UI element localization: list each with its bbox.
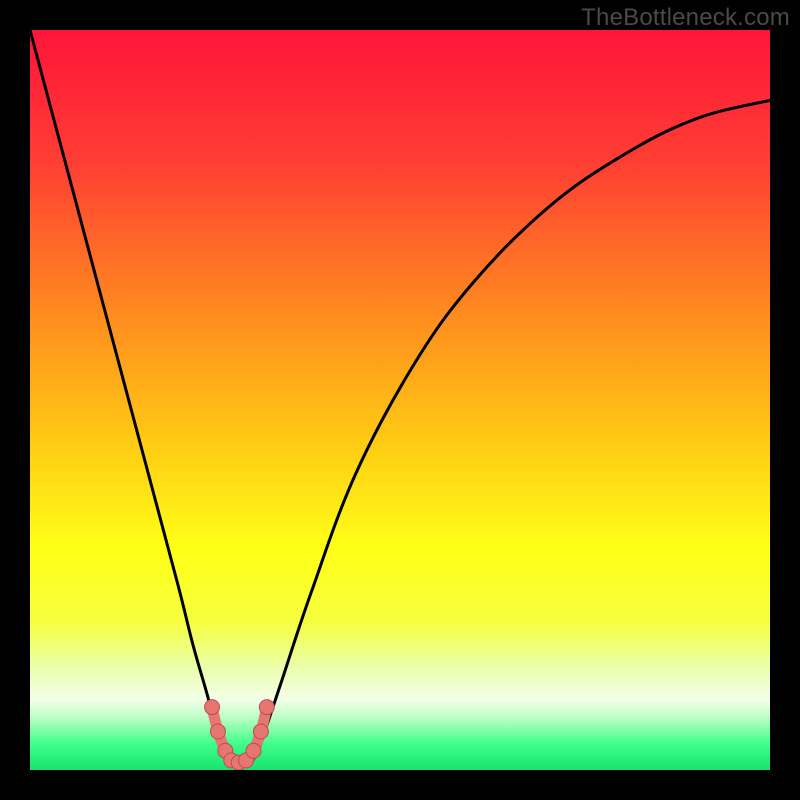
bottleneck-chart: [30, 30, 770, 770]
gradient-background: [30, 30, 770, 770]
plot-area: [30, 30, 770, 770]
marker-dot: [205, 700, 220, 715]
marker-dot: [246, 743, 261, 758]
marker-dot: [210, 724, 225, 739]
marker-dot: [259, 700, 274, 715]
stage: TheBottleneck.com: [0, 0, 800, 800]
watermark-label: TheBottleneck.com: [581, 4, 790, 32]
marker-dot: [253, 724, 268, 739]
